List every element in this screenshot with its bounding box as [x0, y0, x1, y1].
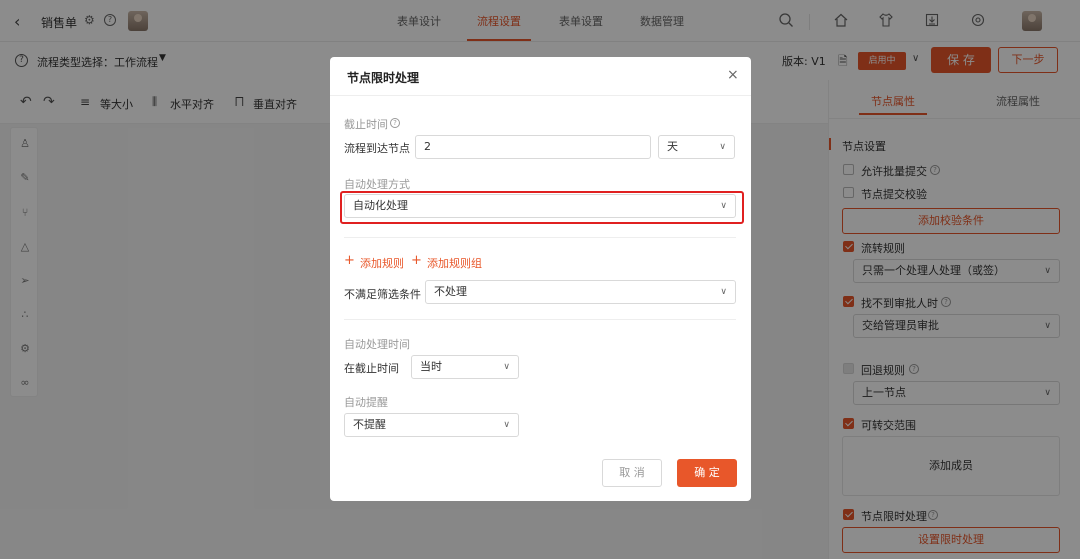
add-rule-button[interactable]: 添加规则 [360, 255, 404, 271]
close-icon[interactable]: × [727, 67, 739, 83]
chevron-down-icon: ∨ [503, 420, 510, 430]
chevron-down-icon: ∨ [720, 287, 727, 297]
chevron-down-icon: ∨ [503, 362, 510, 372]
chevron-down-icon: ∨ [719, 142, 726, 152]
unmatched-label: 不满足筛选条件 [344, 288, 421, 301]
at-deadline-value: 当时 [420, 360, 442, 373]
arrive-node-label: 流程到达节点 [344, 142, 410, 155]
dialog-title: 节点限时处理 [347, 71, 420, 85]
confirm-button[interactable]: 确 定 [677, 459, 737, 487]
auto-remind-label: 自动提醒 [344, 396, 388, 409]
unmatched-value: 不处理 [434, 285, 467, 298]
plus-icon: + [411, 253, 422, 268]
auto-remind-select[interactable]: 不提醒 ∨ [344, 413, 519, 437]
deadline-label: 截止时间 [344, 118, 388, 131]
plus-icon: + [344, 253, 355, 268]
at-deadline-label: 在截止时间 [344, 362, 399, 375]
divider [330, 95, 751, 96]
auto-remind-value: 不提醒 [353, 418, 386, 431]
unmatched-select[interactable]: 不处理 ∨ [425, 280, 736, 304]
auto-mode-label: 自动处理方式 [344, 178, 410, 191]
divider [344, 237, 736, 238]
arrive-value-input[interactable]: 2 [415, 135, 651, 159]
cancel-button[interactable]: 取 消 [602, 459, 662, 487]
divider [344, 319, 736, 320]
at-deadline-select[interactable]: 当时 ∨ [411, 355, 519, 379]
time-limit-dialog: 节点限时处理 × 截止时间 ? 流程到达节点 2 天 ∨ 自动处理方式 自动化处… [330, 57, 751, 501]
highlight-box [340, 191, 744, 224]
time-unit-value: 天 [667, 140, 678, 153]
help-icon[interactable]: ? [390, 118, 400, 128]
time-unit-select[interactable]: 天 ∨ [658, 135, 735, 159]
add-rule-group-button[interactable]: 添加规则组 [427, 255, 482, 271]
auto-time-label: 自动处理时间 [344, 338, 410, 351]
